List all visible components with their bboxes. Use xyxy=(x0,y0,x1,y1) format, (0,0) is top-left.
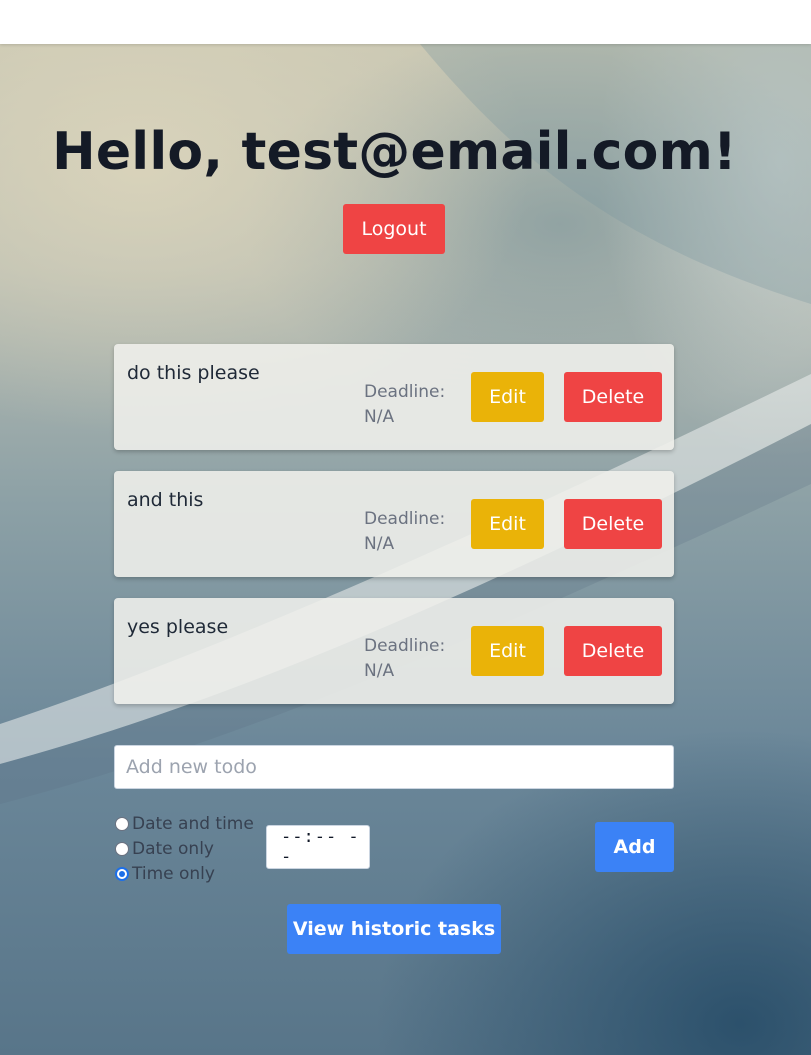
logout-button[interactable]: Logout xyxy=(343,204,445,254)
deadline-type-radio-group: Date and time Date only Time only xyxy=(114,811,264,886)
todo-title: and this xyxy=(127,489,204,511)
radio-button[interactable] xyxy=(115,841,129,856)
page-title: Hello, test@email.com! xyxy=(52,122,737,182)
todo-item: yes please Deadline: N/A Edit Delete xyxy=(114,598,674,704)
todo-title: yes please xyxy=(127,616,229,638)
delete-button[interactable]: Delete xyxy=(564,499,662,549)
delete-button[interactable]: Delete xyxy=(564,626,662,676)
edit-button[interactable]: Edit xyxy=(471,626,544,676)
todo-deadline: Deadline: N/A xyxy=(364,509,446,554)
time-input[interactable]: --:-- -- xyxy=(266,825,370,869)
todo-item: and this Deadline: N/A Edit Delete xyxy=(114,471,674,577)
delete-button[interactable]: Delete xyxy=(564,372,662,422)
top-bar xyxy=(0,0,811,44)
new-todo-input[interactable] xyxy=(114,745,674,789)
radio-option-time-only[interactable]: Time only xyxy=(114,861,264,886)
view-historic-tasks-button[interactable]: View historic tasks xyxy=(287,904,501,954)
radio-label: Date and time xyxy=(132,813,254,834)
edit-button[interactable]: Edit xyxy=(471,372,544,422)
todo-deadline: Deadline: N/A xyxy=(364,382,446,427)
page: Hello, test@email.com! Logout do this pl… xyxy=(0,0,811,1055)
radio-label: Date only xyxy=(132,838,214,859)
radio-option-date-and-time[interactable]: Date and time xyxy=(114,811,264,836)
radio-option-date-only[interactable]: Date only xyxy=(114,836,264,861)
todo-title: do this please xyxy=(127,362,260,384)
app-content: Hello, test@email.com! Logout do this pl… xyxy=(0,0,811,1055)
radio-button-checked[interactable] xyxy=(115,866,129,881)
time-input-value: --:-- -- xyxy=(281,827,360,867)
todo-deadline: Deadline: N/A xyxy=(364,636,446,681)
add-button[interactable]: Add xyxy=(595,822,674,872)
todo-item: do this please Deadline: N/A Edit Delete xyxy=(114,344,674,450)
radio-label: Time only xyxy=(132,863,215,884)
radio-button[interactable] xyxy=(115,816,129,831)
edit-button[interactable]: Edit xyxy=(471,499,544,549)
